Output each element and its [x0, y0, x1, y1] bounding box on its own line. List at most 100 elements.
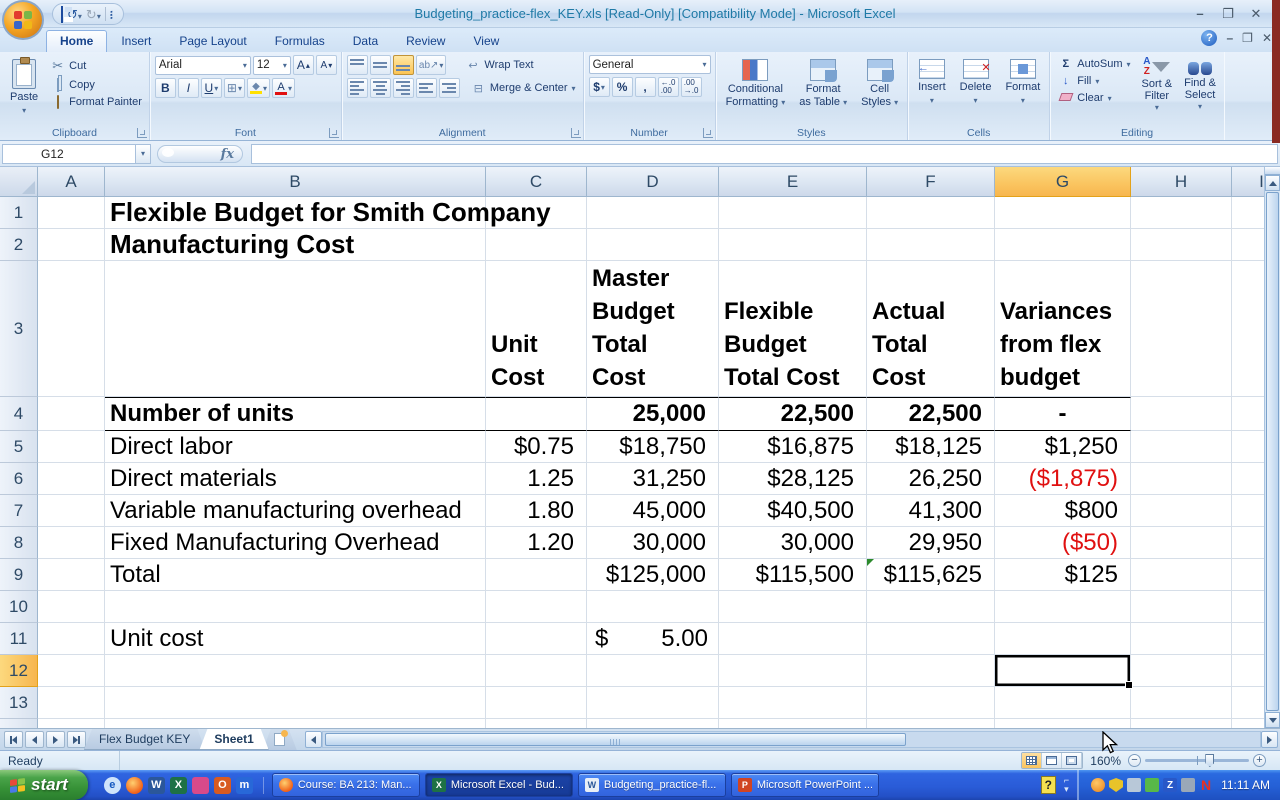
- number-format-select[interactable]: General ▾: [588, 55, 711, 74]
- cell-C6[interactable]: 1.25: [486, 463, 587, 495]
- taskbar-task-word-doc[interactable]: Budgeting_practice-fl...: [577, 773, 726, 797]
- cell-H7[interactable]: [1131, 495, 1232, 527]
- cell-I9[interactable]: [1232, 559, 1264, 591]
- workbook-minimize-button[interactable]: –: [1226, 31, 1233, 45]
- number-dialog-launcher[interactable]: [702, 128, 713, 138]
- decrease-indent-button[interactable]: [415, 78, 437, 98]
- cell-H8[interactable]: [1131, 527, 1232, 559]
- cell-A8[interactable]: [38, 527, 105, 559]
- column-header-I[interactable]: I: [1232, 167, 1264, 197]
- cell-D8[interactable]: 30,000: [587, 527, 719, 559]
- font-color-button[interactable]: A ▾: [271, 78, 295, 98]
- zoom-out-button[interactable]: −: [1128, 754, 1141, 767]
- vertical-split-handle[interactable]: [1265, 167, 1280, 175]
- cell-E8[interactable]: 30,000: [719, 527, 867, 559]
- format-as-table-button[interactable]: Format as Table ▾: [794, 55, 852, 125]
- cell-A6[interactable]: [38, 463, 105, 495]
- cell-E10[interactable]: [719, 591, 867, 623]
- cell-A12[interactable]: [38, 655, 105, 687]
- zoom-slider[interactable]: − +: [1128, 754, 1266, 767]
- cell-C14[interactable]: [486, 719, 587, 728]
- cell-B13[interactable]: [105, 687, 486, 719]
- cell-C13[interactable]: [486, 687, 587, 719]
- tab-page-layout[interactable]: Page Layout: [165, 30, 260, 52]
- customize-qat-button[interactable]: ᎒: [110, 8, 113, 21]
- tab-data[interactable]: Data: [339, 30, 392, 52]
- scroll-right-button[interactable]: [1261, 731, 1278, 748]
- decrease-decimal-button[interactable]: .00 →.0: [680, 77, 702, 97]
- cell-I4[interactable]: [1232, 397, 1264, 431]
- word-icon[interactable]: W: [147, 776, 165, 794]
- utility-tray-icon[interactable]: [1127, 778, 1142, 792]
- cell-H6[interactable]: [1131, 463, 1232, 495]
- cell-E13[interactable]: [719, 687, 867, 719]
- cell-D1[interactable]: [587, 197, 719, 229]
- cell-C9[interactable]: [486, 559, 587, 591]
- name-box-dropdown[interactable]: ▾: [136, 143, 151, 164]
- cell-B8[interactable]: Fixed Manufacturing Overhead: [105, 527, 486, 559]
- fill-button[interactable]: ↓ Fill ▾: [1055, 74, 1133, 88]
- row-header-13[interactable]: 13: [0, 687, 38, 719]
- help-icon[interactable]: ?: [1201, 30, 1218, 46]
- zoom-in-button[interactable]: +: [1253, 754, 1266, 767]
- cell-F13[interactable]: [867, 687, 995, 719]
- align-left-button[interactable]: [346, 78, 368, 98]
- tab-home[interactable]: Home: [46, 30, 108, 52]
- close-button[interactable]: ✕: [1246, 6, 1266, 22]
- column-header-D[interactable]: D: [587, 167, 719, 197]
- normal-view-button[interactable]: [1022, 753, 1043, 768]
- select-all-button[interactable]: [0, 167, 38, 197]
- cell-D3[interactable]: Master Budget Total Cost: [587, 261, 719, 397]
- italic-button[interactable]: I: [177, 78, 199, 98]
- cell-I7[interactable]: [1232, 495, 1264, 527]
- cell-B5[interactable]: Direct labor: [105, 431, 486, 463]
- taskbar-task-excel[interactable]: Microsoft Excel - Bud...: [424, 773, 573, 797]
- cell-G8[interactable]: ($50): [995, 527, 1131, 559]
- zoom-slider-thumb[interactable]: [1205, 754, 1215, 767]
- name-box[interactable]: G12: [2, 143, 136, 164]
- cell-B11[interactable]: Unit cost: [105, 623, 486, 655]
- cell-D10[interactable]: [587, 591, 719, 623]
- workbook-close-button[interactable]: ✕: [1262, 31, 1272, 45]
- top-align-button[interactable]: [346, 55, 368, 75]
- row-header-3[interactable]: 3: [0, 261, 38, 397]
- increase-decimal-button[interactable]: ←.0.00: [657, 77, 679, 97]
- cell-A7[interactable]: [38, 495, 105, 527]
- zonealarm-tray-icon[interactable]: Z: [1163, 778, 1178, 792]
- row-header-8[interactable]: 8: [0, 527, 38, 559]
- cell-H10[interactable]: [1131, 591, 1232, 623]
- outlook-icon[interactable]: O: [213, 776, 231, 794]
- redo-button[interactable]: ↻▾: [86, 8, 101, 21]
- row-header-14[interactable]: 14: [0, 719, 38, 728]
- insert-function-button[interactable]: fx: [157, 144, 243, 163]
- cell-C3[interactable]: Unit Cost: [486, 261, 587, 397]
- cell-I13[interactable]: [1232, 687, 1264, 719]
- merge-center-button[interactable]: ⊟ Merge & Center ▾: [468, 81, 579, 96]
- cell-E12[interactable]: [719, 655, 867, 687]
- cell-H4[interactable]: [1131, 397, 1232, 431]
- column-header-H[interactable]: H: [1131, 167, 1232, 197]
- cell-A4[interactable]: [38, 397, 105, 431]
- format-cells-button[interactable]: Format ▾: [1000, 55, 1045, 125]
- cell-G1[interactable]: [995, 197, 1131, 229]
- cell-B3[interactable]: [105, 261, 486, 397]
- cell-E14[interactable]: [719, 719, 867, 728]
- minimize-button[interactable]: –: [1190, 6, 1210, 22]
- cell-F6[interactable]: 26,250: [867, 463, 995, 495]
- column-header-F[interactable]: F: [867, 167, 995, 197]
- bold-button[interactable]: B: [154, 78, 176, 98]
- wrap-text-button[interactable]: ↩ Wrap Text: [462, 58, 536, 73]
- copy-button[interactable]: Copy: [47, 78, 145, 92]
- antivirus-tray-icon[interactable]: [1109, 778, 1124, 792]
- cell-H3[interactable]: [1131, 261, 1232, 397]
- row-header-9[interactable]: 9: [0, 559, 38, 591]
- taskbar-task-firefox[interactable]: Course: BA 213: Man...: [271, 773, 420, 797]
- scroll-left-button[interactable]: [304, 731, 322, 748]
- font-name-select[interactable]: Arial ▾: [154, 55, 251, 75]
- cell-D12[interactable]: [587, 655, 719, 687]
- increase-indent-button[interactable]: [438, 78, 460, 98]
- taskbar-task-powerpoint[interactable]: Microsoft PowerPoint ...: [730, 773, 879, 797]
- cell-I11[interactable]: [1232, 623, 1264, 655]
- cell-G2[interactable]: [995, 229, 1131, 261]
- delete-cells-button[interactable]: Delete▾: [955, 55, 997, 125]
